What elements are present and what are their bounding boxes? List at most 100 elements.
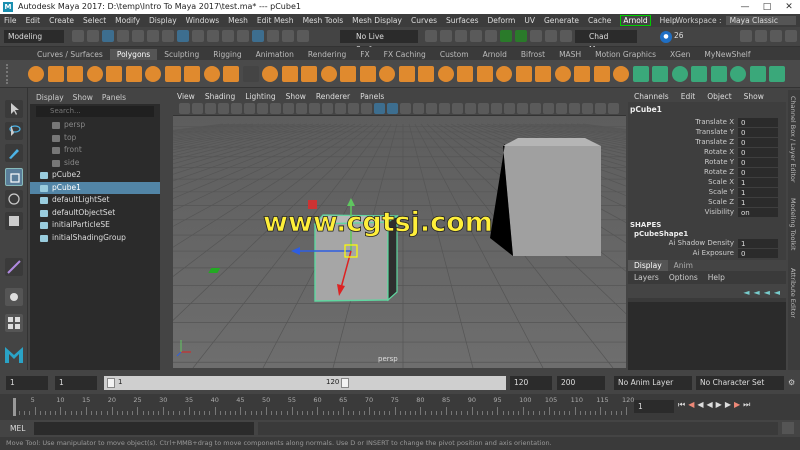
viewport-tool-icon[interactable]: [530, 103, 541, 114]
status-tool-icon[interactable]: [237, 30, 249, 42]
last-tool-icon[interactable]: [5, 258, 23, 276]
menu-mesh-display[interactable]: Mesh Display: [352, 16, 402, 25]
viewport-tool-icon[interactable]: [465, 103, 476, 114]
status-tool-icon[interactable]: [267, 30, 279, 42]
status-render-icon[interactable]: [440, 30, 452, 42]
close-icon[interactable]: ✕: [778, 0, 800, 14]
outliner-item-initialshadinggroup[interactable]: initialShadingGroup: [30, 232, 160, 245]
channel-menu-channels[interactable]: Channels: [634, 92, 669, 101]
viewport-tool-icon[interactable]: [218, 103, 229, 114]
shelf-tab-curves-surfaces[interactable]: Curves / Surfaces: [30, 49, 110, 60]
shelf-tool-icon[interactable]: [769, 66, 785, 82]
lasso-tool-icon[interactable]: [5, 122, 23, 140]
user-account-button[interactable]: Chad Morgan: [575, 30, 637, 54]
shelf-tool-icon[interactable]: [184, 66, 200, 82]
status-render-icon[interactable]: [485, 30, 497, 42]
character-set-dropdown[interactable]: No Character Set: [696, 376, 784, 390]
viewport-tool-icon[interactable]: [205, 103, 216, 114]
shelf-tool-icon[interactable]: [535, 66, 551, 82]
shelf-tab-rigging[interactable]: Rigging: [206, 49, 248, 60]
viewport-tool-icon[interactable]: [348, 103, 359, 114]
shelf-tab-mynewshelf[interactable]: MyNewShelf: [697, 49, 757, 60]
shape-attr-value[interactable]: 1: [738, 238, 778, 248]
viewport-tool-icon[interactable]: [322, 103, 333, 114]
outliner-item-top[interactable]: top: [30, 132, 160, 145]
range-end-handle[interactable]: [341, 378, 349, 388]
outliner-item-side[interactable]: side: [30, 157, 160, 170]
viewport-tool-icon[interactable]: [569, 103, 580, 114]
viewport-tool-icon[interactable]: [244, 103, 255, 114]
menu-set-dropdown[interactable]: Modeling: [4, 30, 64, 43]
go-to-start-icon[interactable]: ⏮: [678, 400, 685, 410]
shelf-tool-icon[interactable]: [418, 66, 434, 82]
viewport-tool-icon[interactable]: [361, 103, 372, 114]
anim-layer-dropdown[interactable]: No Anim Layer: [614, 376, 692, 390]
shelf-tab-arnold[interactable]: Arnold: [476, 49, 514, 60]
shelf-tool-icon[interactable]: [223, 66, 239, 82]
layer-tab-anim[interactable]: Anim: [668, 260, 699, 271]
layer-menu-options[interactable]: Options: [669, 273, 698, 282]
shelf-tool-icon[interactable]: [457, 66, 473, 82]
status-tool-icon[interactable]: [147, 30, 159, 42]
shelf-handle-icon[interactable]: [6, 64, 14, 84]
current-frame-field[interactable]: 1: [634, 400, 674, 413]
channel-attr-value[interactable]: 1: [738, 187, 778, 197]
status-tool-icon[interactable]: [222, 30, 234, 42]
status-render-icon[interactable]: [425, 30, 437, 42]
outliner-item-defaultlightset[interactable]: defaultLightSet: [30, 194, 160, 207]
menu-modify[interactable]: Modify: [115, 16, 140, 25]
menu-create[interactable]: Create: [49, 16, 74, 25]
shelf-tool-icon[interactable]: [671, 66, 688, 82]
shelf-tool-icon[interactable]: [67, 66, 83, 82]
viewport-scene[interactable]: www.cgtsj.com persp: [173, 116, 626, 368]
shelf-tool-icon[interactable]: [593, 66, 610, 82]
viewport-panel[interactable]: View Shading Lighting Show Renderer Panels: [173, 90, 626, 368]
shelf-tool-icon[interactable]: [652, 66, 668, 82]
shelf-tool-icon[interactable]: [86, 66, 103, 82]
menu-edit[interactable]: Edit: [26, 16, 41, 25]
viewport-tool-icon[interactable]: [257, 103, 268, 114]
time-slider-track[interactable]: 5 10 15 20 25 30 35 40 45 50 55 60 65 70 75 80 85 90 95 100…: [12, 396, 634, 418]
shelf-tool-icon[interactable]: [145, 66, 161, 82]
outliner-item-initialparticlese[interactable]: initialParticleSE: [30, 219, 160, 232]
shelf-tab-bifrost[interactable]: Bifrost: [514, 49, 552, 60]
range-bar[interactable]: 1 120: [104, 376, 506, 390]
layer-menu-help[interactable]: Help: [708, 273, 725, 282]
status-tool-icon[interactable]: [207, 30, 219, 42]
viewport-tool-icon[interactable]: [582, 103, 593, 114]
viewport-tool-icon[interactable]: [426, 103, 437, 114]
shelf-tool-icon[interactable]: [613, 66, 629, 82]
maximize-icon[interactable]: □: [756, 0, 778, 14]
menu-select[interactable]: Select: [83, 16, 106, 25]
range-start-handle[interactable]: [107, 378, 115, 388]
menu-windows[interactable]: Windows: [186, 16, 219, 25]
outliner-menu-display[interactable]: Display: [36, 93, 64, 102]
live-surface-field[interactable]: No Live Surface: [340, 30, 418, 54]
viewport-tool-icon[interactable]: [179, 103, 190, 114]
shelf-tool-icon[interactable]: [574, 66, 590, 82]
channel-attr-value[interactable]: 0: [738, 137, 778, 147]
status-render-icon[interactable]: [515, 30, 527, 42]
layer-list[interactable]: [628, 302, 786, 370]
shape-attr-value[interactable]: 0: [738, 248, 778, 258]
viewport-menu-renderer[interactable]: Renderer: [316, 92, 350, 101]
animation-end-field[interactable]: 200: [557, 376, 605, 390]
play-forward-icon[interactable]: ▶: [716, 400, 722, 410]
shelf-tool-icon[interactable]: [262, 66, 278, 82]
menu-deform[interactable]: Deform: [487, 16, 515, 25]
shelf-tab-polygons[interactable]: Polygons: [109, 49, 158, 60]
shelf-tool-icon[interactable]: [281, 66, 298, 82]
current-frame-marker[interactable]: [13, 398, 16, 416]
playback-start-field[interactable]: 1: [55, 376, 97, 390]
menu-curves[interactable]: Curves: [411, 16, 437, 25]
viewport-tool-icon[interactable]: [270, 103, 281, 114]
paint-select-tool-icon[interactable]: [5, 144, 23, 162]
shelf-tool-icon[interactable]: [125, 66, 142, 82]
outliner-menu-show[interactable]: Show: [73, 93, 93, 102]
viewport-tool-icon[interactable]: [296, 103, 307, 114]
shelf-tool-icon[interactable]: [301, 66, 317, 82]
side-tab-modeling-toolkit[interactable]: Modeling Toolkit: [789, 198, 797, 250]
shelf-tool-icon[interactable]: [47, 66, 64, 82]
outliner-menu-panels[interactable]: Panels: [102, 93, 126, 102]
menu-file[interactable]: File: [4, 16, 17, 25]
